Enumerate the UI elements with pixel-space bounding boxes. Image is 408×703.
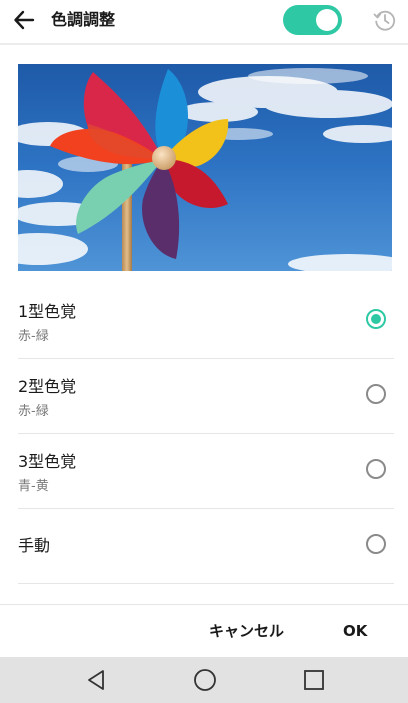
header-divider <box>0 43 408 45</box>
option-row-manual[interactable]: 手動 <box>18 509 394 584</box>
circle-home-icon <box>194 669 216 691</box>
arrow-left-icon <box>14 10 35 30</box>
option-sublabel: 赤-緑 <box>18 329 49 344</box>
option-label: 2型色覚 <box>18 377 77 396</box>
color-vision-options: 1型色覚 赤-緑 2型色覚 赤-緑 3型色覚 青-黄 手動 <box>18 284 394 584</box>
preview-image <box>18 64 392 271</box>
page-title: 色調調整 <box>51 10 116 29</box>
app-bar: 色調調整 <box>0 0 408 40</box>
radio-button-selected[interactable] <box>366 309 386 329</box>
option-row-protanopia[interactable]: 1型色覚 赤-緑 <box>18 284 394 359</box>
nav-recents-button[interactable] <box>299 665 329 695</box>
reset-history-button[interactable] <box>370 5 400 35</box>
radio-button[interactable] <box>366 384 386 404</box>
option-label: 3型色覚 <box>18 452 77 471</box>
option-row-deuteranopia[interactable]: 2型色覚 赤-緑 <box>18 359 394 434</box>
nav-back-button[interactable] <box>81 665 111 695</box>
radio-button[interactable] <box>366 534 386 554</box>
square-recents-icon <box>304 670 324 690</box>
nav-home-button[interactable] <box>190 665 220 695</box>
triangle-back-icon <box>88 670 104 690</box>
option-sublabel: 青-黄 <box>18 479 49 494</box>
system-nav-bar <box>0 657 408 703</box>
cancel-button[interactable]: キャンセル <box>209 608 284 654</box>
option-label: 手動 <box>18 536 51 555</box>
option-label: 1型色覚 <box>18 302 77 321</box>
ok-button[interactable]: OK <box>343 608 367 654</box>
color-adjust-toggle[interactable] <box>283 5 342 35</box>
back-button[interactable] <box>8 4 40 36</box>
toggle-knob <box>316 9 338 31</box>
history-icon <box>373 10 396 31</box>
radio-button[interactable] <box>366 459 386 479</box>
option-sublabel: 赤-緑 <box>18 404 49 419</box>
footer-divider <box>0 604 408 605</box>
option-row-tritanopia[interactable]: 3型色覚 青-黄 <box>18 434 394 509</box>
